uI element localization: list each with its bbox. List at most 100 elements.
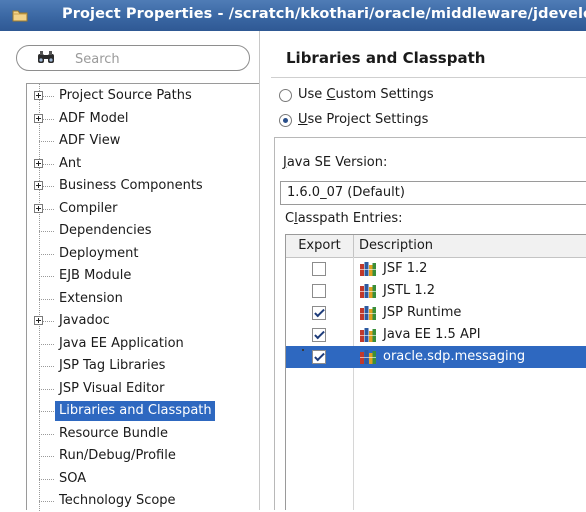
table-row[interactable]: JSP Runtime	[286, 302, 586, 324]
search-box[interactable]	[16, 45, 250, 71]
tree-item[interactable]: Resource Bundle	[27, 423, 260, 445]
tree-item[interactable]: Libraries and Classpath	[27, 400, 260, 422]
dialog-body: Project Source Paths ADF Model ADF View Ant…	[0, 31, 586, 512]
search-input[interactable]	[73, 49, 237, 69]
description-column-header[interactable]: Description	[359, 235, 433, 257]
table-row[interactable]: JSF 1.2	[286, 258, 586, 280]
use-custom-settings-radio[interactable]: Use Custom Settings	[279, 86, 479, 106]
tree-connector	[39, 388, 54, 390]
tree-item[interactable]: Project Source Paths	[27, 85, 260, 107]
tree-item-label: Libraries and Classpath	[55, 401, 215, 421]
export-checkbox[interactable]	[312, 328, 326, 342]
tree-item[interactable]: ADF View	[27, 130, 260, 152]
tree-connector	[39, 433, 54, 435]
library-icon	[360, 328, 376, 342]
expand-icon[interactable]	[34, 158, 43, 168]
tree-item[interactable]: Ant	[27, 153, 260, 175]
library-name: Java EE 1.5 API	[383, 327, 481, 342]
tree-item[interactable]: ADF Model	[27, 108, 260, 130]
tree-item-label: Project Source Paths	[59, 88, 192, 103]
library-icon	[360, 350, 376, 364]
java-se-version-value: 1.6.0_07 (Default)	[287, 185, 405, 200]
tree-item-label: JSP Visual Editor	[59, 380, 165, 396]
radio-button[interactable]	[279, 89, 292, 102]
project-icon	[12, 10, 28, 22]
panel-splitter[interactable]	[259, 31, 271, 510]
export-column-header[interactable]: Export	[286, 235, 354, 257]
tree-item-label: Compiler	[59, 200, 118, 216]
library-icon	[360, 284, 376, 298]
title-bar: Project Properties - /scratch/kkothari/o…	[0, 0, 586, 31]
tree-item[interactable]: Java EE Application	[27, 333, 260, 355]
tree-item[interactable]: EJB Module	[27, 265, 260, 287]
tree-item-label: Run/Debug/Profile	[59, 448, 176, 463]
tree-item-label: Java EE Application	[59, 335, 184, 351]
tree-item-label: Business Components	[59, 178, 203, 193]
library-icon	[360, 306, 376, 320]
table-header: Export Description	[286, 235, 586, 258]
use-project-settings-radio[interactable]: Use Project Settings	[279, 111, 479, 131]
classpath-entries-label: Classpath Entries:	[285, 211, 403, 226]
tree-item[interactable]: Javadoc	[27, 310, 260, 332]
tree-item[interactable]: Deployment	[27, 243, 260, 265]
export-checkbox[interactable]	[312, 350, 326, 364]
tree-connector	[39, 366, 54, 367]
expand-icon[interactable]	[34, 181, 43, 190]
java-se-version-label: Java SE Version:	[283, 155, 388, 170]
library-name: JSP Runtime	[383, 305, 462, 320]
tree-item-label: ADF Model	[59, 110, 129, 126]
tree-item[interactable]: Dependencies	[27, 220, 260, 242]
tree-item[interactable]: JSP Visual Editor	[27, 378, 260, 400]
table-row[interactable]: oracle.sdp.messaging	[286, 346, 586, 368]
tree-item-label: SOA	[59, 470, 87, 486]
tree-item[interactable]: Compiler	[27, 198, 260, 220]
tree-item-label: ADF View	[59, 133, 121, 148]
tree-connector	[39, 276, 54, 277]
tree-connector	[39, 411, 54, 412]
use-custom-settings-label: Use Custom Settings	[298, 87, 434, 102]
tree-item-label: Ant	[59, 155, 82, 171]
tree-item[interactable]: SOA	[27, 468, 260, 490]
classpath-entries-table: Export Description JSF 1.2 JSTL 1.2 JSP Ru…	[285, 234, 586, 510]
library-name: JSF 1.2	[383, 261, 428, 276]
navigation-panel: Project Source Paths ADF Model ADF View Ant…	[0, 31, 260, 512]
export-checkbox[interactable]	[312, 262, 326, 276]
tree-item[interactable]: Technology Scope	[27, 490, 260, 512]
tree-connector	[39, 141, 54, 142]
library-name: JSTL 1.2	[383, 283, 436, 298]
table-row[interactable]: Java EE 1.5 API	[286, 324, 586, 346]
table-row[interactable]: JSTL 1.2	[286, 280, 586, 302]
use-project-settings-label: Use Project Settings	[298, 112, 429, 127]
settings-panel: Libraries and Classpath Use Custom Setti…	[271, 31, 586, 510]
tree-item-label: Javadoc	[59, 313, 110, 328]
tree-item-label: Technology Scope	[59, 493, 176, 508]
title-divider	[271, 77, 586, 78]
export-checkbox[interactable]	[312, 306, 326, 320]
tree-connector	[39, 231, 54, 232]
tree-item[interactable]: Extension	[27, 288, 260, 310]
library-name: oracle.sdp.messaging	[383, 349, 526, 364]
library-icon	[360, 262, 376, 276]
tree-connector	[39, 298, 54, 300]
tree-connector	[39, 478, 54, 480]
tree-item-label: Deployment	[59, 245, 139, 261]
export-checkbox[interactable]	[312, 284, 326, 298]
binoculars-icon	[38, 51, 54, 63]
tree-item[interactable]: JSP Tag Libraries	[27, 355, 260, 377]
tree-item-label: Resource Bundle	[59, 425, 169, 441]
radio-button[interactable]	[279, 114, 292, 127]
java-se-version-select[interactable]: 1.6.0_07 (Default)	[280, 181, 586, 205]
expand-icon[interactable]	[34, 203, 43, 213]
tree-item[interactable]: Run/Debug/Profile	[27, 445, 260, 467]
settings-tree: Project Source Paths ADF Model ADF View Ant…	[26, 83, 260, 512]
expand-icon[interactable]	[34, 91, 43, 100]
tree-item-label: Extension	[59, 290, 123, 306]
expand-icon[interactable]	[34, 113, 43, 123]
tree-connector	[39, 456, 54, 457]
expand-icon[interactable]	[34, 316, 43, 325]
tree-item-label: JSP Tag Libraries	[59, 358, 166, 373]
drag-handle	[302, 349, 304, 351]
window-title: Project Properties - /scratch/kkothari/o…	[62, 6, 586, 22]
tree-item[interactable]: Business Components	[27, 175, 260, 197]
tree-connector	[39, 253, 54, 255]
